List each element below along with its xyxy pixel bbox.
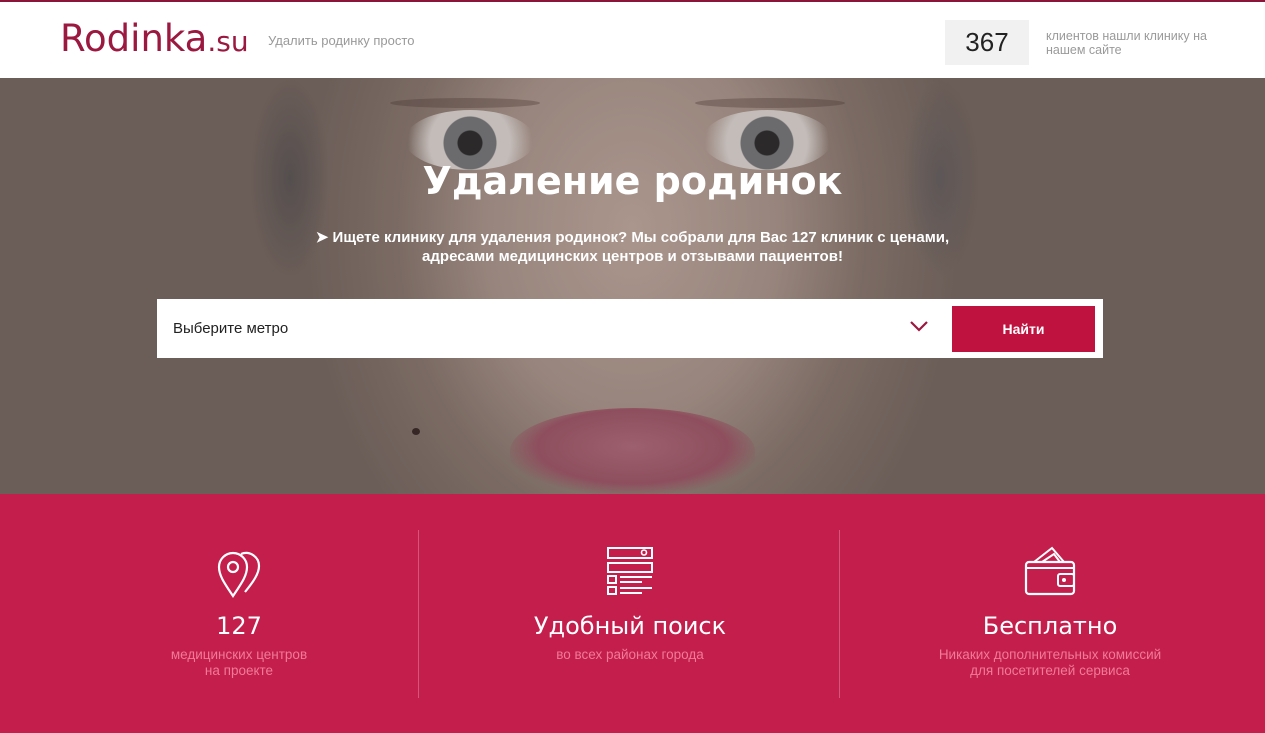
hero-subtitle-line2: адресами медицинских центров и отзывами … [422,248,843,265]
logo-suffix: .su [207,25,249,58]
map-pins-icon [217,551,261,598]
feature-description-line: Никаких дополнительных комиссий [938,647,1162,662]
feature-title: 127 [216,612,262,640]
feature-title: Удобный поиск [533,612,727,640]
metro-search-form: Выберите метро Найти [157,299,1103,358]
feature-free: Бесплатно Никаких дополнительных комисси… [840,494,1260,733]
hero-title: Удаление родинок [422,159,843,203]
feature-description: медицинских центров на проекте [29,647,449,679]
hero-section: Удаление родинок ➤ Ищете клинику для уда… [0,78,1265,494]
feature-description: во всех районах города [420,647,840,663]
feature-description-line: на проекте [204,663,274,678]
site-tagline: Удалить родинку просто [268,33,415,48]
feature-search: Удобный поиск во всех районах города [420,494,840,733]
clients-counter: 367 [945,20,1029,65]
feature-title: Бесплатно [982,612,1118,640]
feature-description: Никаких дополнительных комиссий для посе… [840,647,1260,679]
metro-select-value: Выберите метро [173,320,289,337]
site-header: Rodinka.su Удалить родинку просто 367 кл… [0,0,1265,78]
logo-main: Rodinka [60,17,208,60]
features-section: 127 медицинских центров на проекте Удобн… [0,494,1265,733]
site-logo[interactable]: Rodinka.su [60,16,249,65]
feature-clinics: 127 медицинских центров на проекте [29,494,449,733]
clients-counter-label: клиентов нашли клинику на нашем сайте [1046,29,1207,57]
metro-select[interactable]: Выберите метро [157,299,947,358]
feature-description-line: во всех районах города [556,647,704,662]
hero-subtitle-line1: ➤ Ищете клинику для удаления родинок? Мы… [315,229,950,246]
hero-subtitle: ➤ Ищете клинику для удаления родинок? Мы… [0,228,1265,266]
feature-description-line: медицинских центров [170,647,308,662]
search-list-icon [607,547,653,595]
find-button[interactable]: Найти [952,306,1095,352]
chevron-down-icon [910,321,928,332]
feature-description-line: для посетителей сервиса [970,663,1130,678]
wallet-icon [1024,546,1076,596]
